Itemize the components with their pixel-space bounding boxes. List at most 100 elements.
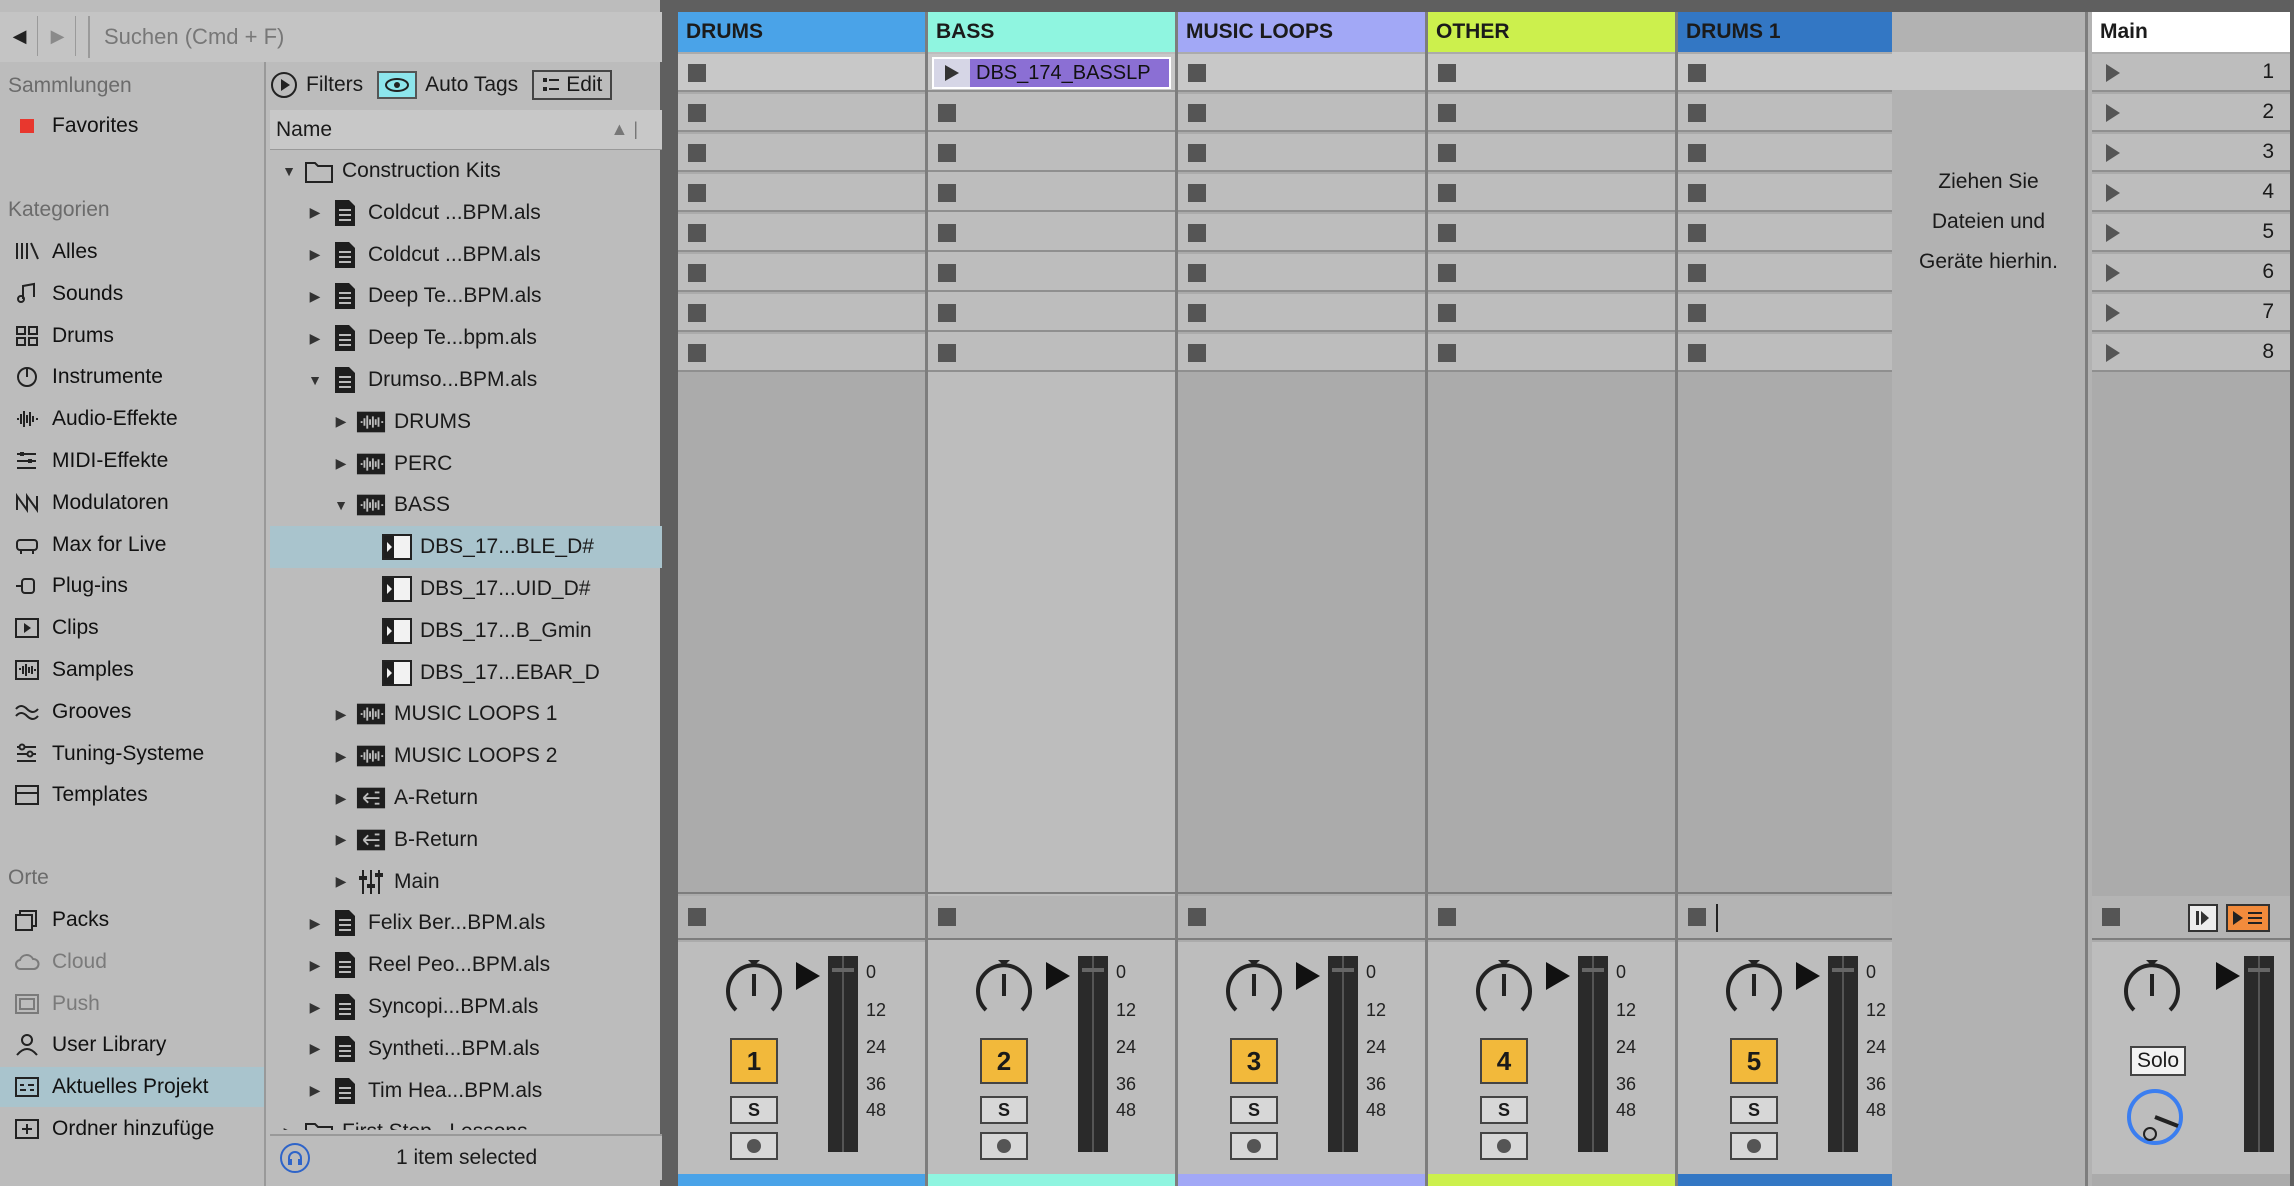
chevron-right-icon[interactable]: ▶ (332, 748, 350, 765)
clip[interactable]: DBS_174_BASSLP (932, 57, 1171, 89)
clip-stop-icon[interactable] (1688, 144, 1706, 162)
fader-cap[interactable] (832, 968, 854, 972)
browser-tree-item[interactable]: ▶ Coldcut ...BPM.als (270, 234, 662, 276)
clip-slot[interactable] (1428, 334, 1675, 372)
empty-slot-area[interactable] (678, 374, 925, 894)
chevron-right-icon[interactable]: ▶ (306, 957, 324, 974)
record-arm-button[interactable] (1730, 1132, 1778, 1160)
empty-slot-area[interactable] (1178, 374, 1425, 894)
clip-slot[interactable] (1678, 134, 1925, 172)
clip-stop-icon[interactable] (1438, 344, 1456, 362)
clip-stop-icon[interactable] (938, 304, 956, 322)
scene-launch-slot[interactable]: 6 (2092, 254, 2290, 292)
volume-fader[interactable] (1578, 956, 1608, 1152)
browser-tree-item[interactable]: ▶ Coldcut ...BPM.als (270, 192, 662, 234)
sidebar-item-samples[interactable]: Samples (0, 650, 264, 690)
chevron-right-icon[interactable]: ▶ (332, 413, 350, 430)
record-arm-button[interactable] (730, 1132, 778, 1160)
main-solo-button[interactable]: Solo (2130, 1046, 2186, 1076)
track-activator-button[interactable]: 2 (980, 1038, 1028, 1084)
clip-slot[interactable]: DBS_174_BASSLP (928, 54, 1175, 92)
sidebar-item-plug-ins[interactable]: Plug-ins (0, 566, 264, 606)
track-title[interactable]: BASS (928, 12, 1175, 52)
clip-stop-icon[interactable] (1688, 184, 1706, 202)
sidebar-item-drums[interactable]: Drums (0, 316, 264, 356)
chevron-right-icon[interactable]: ▶ (306, 330, 324, 347)
volume-fader[interactable] (1078, 956, 1108, 1152)
clip-slot[interactable] (1678, 54, 1925, 92)
solo-button[interactable]: S (730, 1096, 778, 1124)
browser-tree-item[interactable]: DBS_17...UID_D# (270, 568, 662, 610)
solo-button[interactable]: S (1230, 1096, 1278, 1124)
chevron-right-icon[interactable]: ▶ (306, 915, 324, 932)
clip-stop-icon[interactable] (1688, 104, 1706, 122)
sidebar-item-cloud[interactable]: Cloud (0, 942, 264, 982)
track-activator-button[interactable]: 4 (1480, 1038, 1528, 1084)
sidebar-item-user-library[interactable]: User Library (0, 1025, 264, 1065)
clip-stop-icon[interactable] (1438, 184, 1456, 202)
track-title[interactable]: OTHER (1428, 12, 1675, 52)
record-arm-button[interactable] (1230, 1132, 1278, 1160)
clip-slot[interactable] (678, 94, 925, 132)
pan-knob[interactable] (722, 960, 786, 1029)
clip-stop-icon[interactable] (1438, 104, 1456, 122)
sidebar-item-ordner-hinzuf-ge[interactable]: Ordner hinzufüge (0, 1109, 264, 1149)
stop-all-clips-icon[interactable] (2102, 908, 2120, 926)
browser-tree-item[interactable]: ▶ Felix Ber...BPM.als (270, 902, 662, 944)
solo-button[interactable]: S (980, 1096, 1028, 1124)
browser-tree-item[interactable]: ▶ First Step...Lessons (270, 1111, 662, 1130)
scene-launch-slot[interactable]: 8 (2092, 334, 2290, 372)
stop-clips-icon[interactable] (688, 908, 706, 926)
sidebar-item-modulatoren[interactable]: Modulatoren (0, 483, 264, 523)
clip-slot[interactable] (1428, 254, 1675, 292)
scene-play-icon[interactable] (2106, 144, 2120, 162)
chevron-down-icon[interactable]: ▼ (306, 372, 324, 388)
browser-tree-item[interactable]: ▼ BASS (270, 484, 662, 526)
clip-stop-icon[interactable] (1438, 64, 1456, 82)
edit-button[interactable]: Edit (532, 70, 613, 100)
clip-slot[interactable] (1678, 94, 1925, 132)
chevron-right-icon[interactable]: ▶ (332, 873, 350, 890)
clip-stop-icon[interactable] (1438, 144, 1456, 162)
browser-tree-item[interactable]: ▶ Syntheti...BPM.als (270, 1028, 662, 1070)
clip-stop-icon[interactable] (1188, 64, 1206, 82)
clip-stop-icon[interactable] (938, 264, 956, 282)
clip-slot[interactable] (1678, 334, 1925, 372)
clip-stop-icon[interactable] (688, 304, 706, 322)
clip-slot[interactable] (1178, 254, 1425, 292)
clip-stop-icon[interactable] (938, 144, 956, 162)
chevron-down-icon[interactable]: ▼ (280, 163, 298, 179)
clip-slot[interactable] (1678, 174, 1925, 212)
sidebar-item-clips[interactable]: Clips (0, 608, 264, 648)
main-play-icon[interactable] (2216, 962, 2240, 990)
scene-play-icon[interactable] (2106, 304, 2120, 322)
crossfader-knob[interactable] (2124, 1086, 2186, 1148)
clip-stop-icon[interactable] (1188, 344, 1206, 362)
clip-slot[interactable] (1428, 214, 1675, 252)
clip-stop-icon[interactable] (1438, 264, 1456, 282)
clip-stop-icon[interactable] (688, 184, 706, 202)
clip-stop-icon[interactable] (1188, 224, 1206, 242)
headphones-preview-icon[interactable] (280, 1143, 310, 1173)
chevron-right-icon[interactable]: ▶ (306, 288, 324, 305)
sort-ascending-icon[interactable]: ▲ | (611, 119, 639, 140)
clip-slot[interactable] (928, 214, 1175, 252)
filters-button[interactable]: Filters (270, 69, 363, 101)
empty-slot-area[interactable] (1678, 374, 1925, 894)
scene-play-icon[interactable] (2106, 184, 2120, 202)
browser-tree-item[interactable]: DBS_17...B_Gmin (270, 610, 662, 652)
scene-launch-slot[interactable]: 3 (2092, 134, 2290, 172)
fader-cap[interactable] (1582, 968, 1604, 972)
record-arm-button[interactable] (1480, 1132, 1528, 1160)
main-level-meter[interactable] (2244, 956, 2274, 1152)
pan-knob[interactable] (1722, 960, 1786, 1029)
browser-tree-item[interactable]: DBS_17...EBAR_D (270, 652, 662, 694)
sidebar-item-sounds[interactable]: Sounds (0, 274, 264, 314)
clip-stop-icon[interactable] (688, 224, 706, 242)
browser-tree-item[interactable]: ▶ MUSIC LOOPS 1 (270, 693, 662, 735)
track-title[interactable]: MUSIC LOOPS (1178, 12, 1425, 52)
clip-slot[interactable] (678, 334, 925, 372)
clip-stop-icon[interactable] (1438, 304, 1456, 322)
name-column-header[interactable]: Name ▲ | (270, 110, 662, 150)
track-title[interactable]: DRUMS 1 (1678, 12, 1925, 52)
